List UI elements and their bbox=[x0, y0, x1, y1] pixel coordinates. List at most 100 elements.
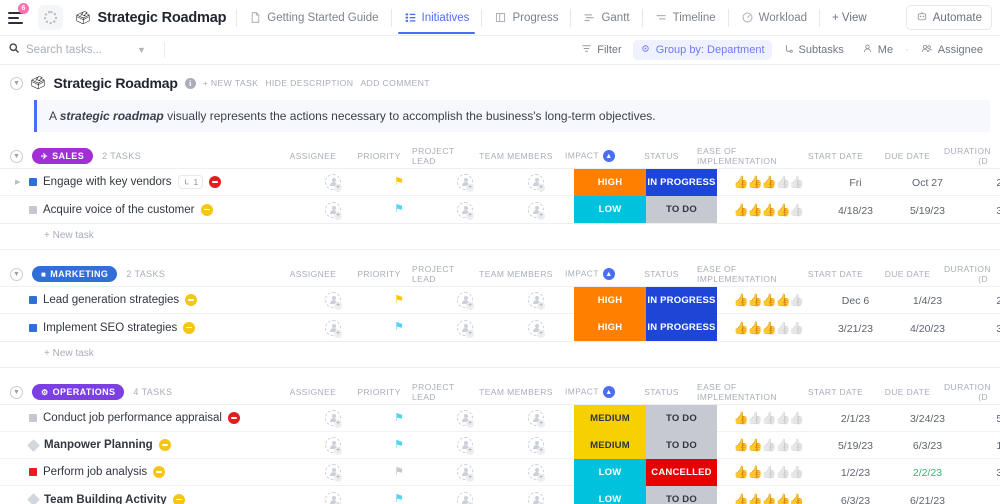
priority-flag-icon[interactable]: ⚑ bbox=[394, 494, 404, 504]
add-project-lead-avatar[interactable] bbox=[457, 492, 473, 504]
add-assignee-avatar[interactable] bbox=[325, 174, 341, 190]
tab-timeline[interactable]: Timeline bbox=[653, 2, 718, 33]
project-lead-cell[interactable] bbox=[432, 292, 498, 308]
thumbs-up-icon[interactable]: 👍 bbox=[734, 412, 748, 424]
thumbs-up-icon[interactable]: 👍 bbox=[789, 412, 803, 424]
ease-rating[interactable]: 👍👍👍👍👍 bbox=[734, 412, 804, 424]
team-members-cell[interactable] bbox=[498, 492, 574, 504]
priority-flag-icon[interactable]: ⚑ bbox=[394, 177, 404, 188]
add-project-lead-avatar[interactable] bbox=[457, 464, 473, 480]
add-assignee-avatar[interactable] bbox=[325, 492, 341, 504]
project-lead-cell[interactable] bbox=[432, 320, 498, 336]
status-cell[interactable]: TO DO bbox=[646, 486, 717, 504]
thumbs-up-icon[interactable]: 👍 bbox=[762, 204, 776, 216]
start-date-cell[interactable]: 4/18/23 bbox=[820, 201, 891, 219]
status-cell[interactable]: IN PROGRESS bbox=[646, 169, 717, 196]
column-header-project-lead[interactable]: PROJECT LEAD bbox=[412, 146, 478, 166]
thumbs-up-icon[interactable]: 👍 bbox=[762, 176, 776, 188]
hide-description-button[interactable]: HIDE DESCRIPTION bbox=[265, 78, 353, 88]
column-header-assignee[interactable]: ASSIGNEE bbox=[280, 269, 346, 279]
blocked-icon[interactable] bbox=[185, 294, 197, 306]
impact-cell[interactable]: MEDIUM bbox=[574, 432, 646, 459]
column-header-due-date[interactable]: DUE DATE bbox=[871, 387, 944, 397]
ease-cell[interactable]: 👍👍👍👍👍 bbox=[717, 176, 820, 188]
add-team-member-avatar[interactable] bbox=[528, 464, 544, 480]
group-collapse-icon[interactable]: ▼ bbox=[10, 386, 23, 399]
project-lead-cell[interactable] bbox=[432, 410, 498, 426]
column-header-project-lead[interactable]: PROJECT LEAD bbox=[412, 264, 478, 284]
blocked-icon[interactable] bbox=[159, 439, 171, 451]
thumbs-up-icon[interactable]: 👍 bbox=[775, 322, 789, 334]
column-header-due-date[interactable]: DUE DATE bbox=[871, 269, 944, 279]
column-header-status[interactable]: STATUS bbox=[626, 151, 697, 161]
add-assignee-avatar[interactable] bbox=[325, 410, 341, 426]
duration-cell[interactable]: 29 bbox=[964, 291, 1000, 309]
thumbs-up-icon[interactable]: 👍 bbox=[734, 439, 748, 451]
task-name-cell[interactable]: Perform job analysis bbox=[0, 466, 300, 478]
thumbs-up-icon[interactable]: 👍 bbox=[762, 439, 776, 451]
thumbs-up-icon[interactable]: 👍 bbox=[748, 494, 762, 504]
search-input[interactable] bbox=[26, 44, 131, 56]
task-name-cell[interactable]: Team Building Activity bbox=[0, 494, 300, 504]
due-date-cell[interactable]: 6/3/23 bbox=[891, 436, 964, 454]
ease-rating[interactable]: 👍👍👍👍👍 bbox=[734, 294, 804, 306]
project-lead-cell[interactable] bbox=[432, 174, 498, 190]
filter-button[interactable]: Filter bbox=[574, 40, 628, 60]
tab-progress[interactable]: Progress bbox=[492, 2, 560, 33]
table-row[interactable]: Manpower Planning ⚑ MEDIUM TO DO 👍👍👍👍👍 5… bbox=[0, 432, 1000, 459]
thumbs-up-icon[interactable]: 👍 bbox=[748, 412, 762, 424]
add-team-member-avatar[interactable] bbox=[528, 437, 544, 453]
column-header-status[interactable]: STATUS bbox=[626, 387, 697, 397]
thumbs-up-icon[interactable]: 👍 bbox=[789, 176, 803, 188]
blocked-icon[interactable] bbox=[201, 204, 213, 216]
add-comment-button[interactable]: ADD COMMENT bbox=[360, 78, 430, 88]
team-members-cell[interactable] bbox=[498, 292, 574, 308]
thumbs-up-icon[interactable]: 👍 bbox=[789, 494, 803, 504]
priority-cell[interactable]: ⚑ bbox=[366, 413, 432, 424]
column-header-priority[interactable]: PRIORITY bbox=[346, 269, 412, 279]
add-team-member-avatar[interactable] bbox=[528, 174, 544, 190]
add-project-lead-avatar[interactable] bbox=[457, 320, 473, 336]
impact-cell[interactable]: LOW bbox=[574, 486, 646, 504]
impact-cell[interactable]: HIGH bbox=[574, 314, 646, 341]
task-name-cell[interactable]: Conduct job performance appraisal bbox=[0, 412, 300, 424]
column-header-priority[interactable]: PRIORITY bbox=[346, 387, 412, 397]
due-date-cell[interactable]: 1/4/23 bbox=[891, 291, 964, 309]
due-date-cell[interactable]: 2/2/23 bbox=[891, 463, 964, 481]
add-project-lead-avatar[interactable] bbox=[457, 292, 473, 308]
table-row[interactable]: Conduct job performance appraisal ⚑ MEDI… bbox=[0, 405, 1000, 432]
assignee-cell[interactable] bbox=[300, 410, 366, 426]
duration-cell[interactable]: 31 bbox=[964, 201, 1000, 219]
ease-rating[interactable]: 👍👍👍👍👍 bbox=[734, 204, 804, 216]
status-cell[interactable]: TO DO bbox=[646, 405, 717, 432]
task-name-cell[interactable]: Manpower Planning bbox=[0, 439, 300, 451]
column-header-assignee[interactable]: ASSIGNEE bbox=[280, 387, 346, 397]
assignee-cell[interactable] bbox=[300, 292, 366, 308]
add-assignee-avatar[interactable] bbox=[325, 202, 341, 218]
ease-cell[interactable]: 👍👍👍👍👍 bbox=[717, 322, 820, 334]
priority-cell[interactable]: ⚑ bbox=[366, 467, 432, 478]
thumbs-up-icon[interactable]: 👍 bbox=[775, 176, 789, 188]
thumbs-up-icon[interactable]: 👍 bbox=[789, 466, 803, 478]
ease-cell[interactable]: 👍👍👍👍👍 bbox=[717, 294, 820, 306]
column-header-ease[interactable]: EASE OF IMPLEMENTATION bbox=[697, 264, 800, 284]
status-cell[interactable]: IN PROGRESS bbox=[646, 314, 717, 341]
group-collapse-icon[interactable]: ▼ bbox=[10, 150, 23, 163]
column-header-impact[interactable]: IMPACT▲ bbox=[554, 268, 626, 280]
new-task-button[interactable]: + NEW TASK bbox=[203, 78, 259, 88]
start-date-cell[interactable]: Fri bbox=[820, 173, 891, 191]
collapse-toggle-icon[interactable]: ▼ bbox=[10, 77, 23, 90]
thumbs-up-icon[interactable]: 👍 bbox=[734, 176, 748, 188]
assignee-cell[interactable] bbox=[300, 492, 366, 504]
task-status-square-icon[interactable] bbox=[29, 414, 37, 422]
priority-cell[interactable]: ⚑ bbox=[366, 295, 432, 306]
due-date-cell[interactable]: 5/19/23 bbox=[891, 201, 964, 219]
thumbs-up-icon[interactable]: 👍 bbox=[775, 204, 789, 216]
task-status-square-icon[interactable] bbox=[29, 324, 37, 332]
due-date-cell[interactable]: 6/21/23 bbox=[891, 491, 964, 504]
ease-rating[interactable]: 👍👍👍👍👍 bbox=[734, 322, 804, 334]
menu-toggle-icon[interactable]: 6 bbox=[6, 7, 28, 29]
thumbs-up-icon[interactable]: 👍 bbox=[789, 204, 803, 216]
duration-cell[interactable]: 31 bbox=[964, 319, 1000, 337]
add-project-lead-avatar[interactable] bbox=[457, 410, 473, 426]
